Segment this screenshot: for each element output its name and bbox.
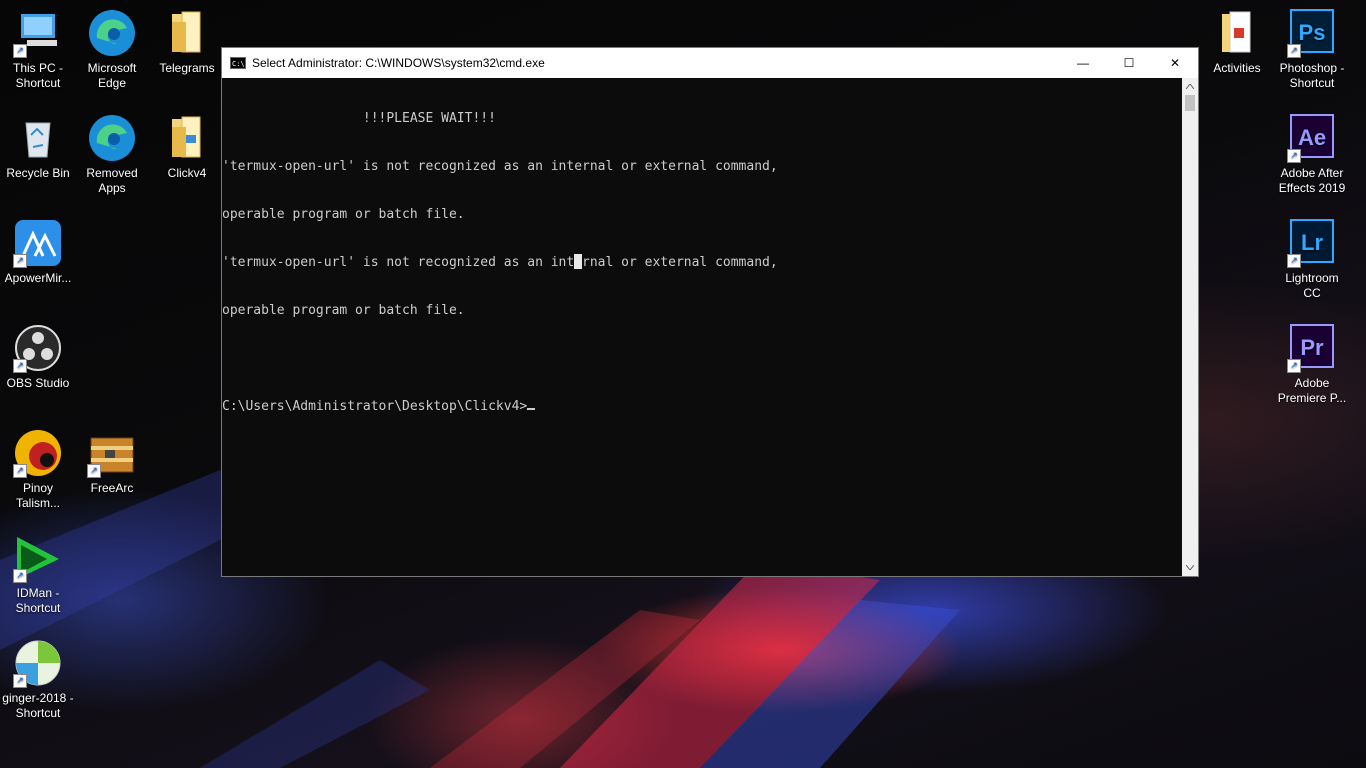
- console-output[interactable]: !!!PLEASE WAIT!!! 'termux-open-url' is n…: [222, 78, 1182, 576]
- text-cursor: [527, 408, 536, 410]
- desktop-icon-ginger[interactable]: ↗ ginger-2018 - Shortcut: [0, 638, 76, 721]
- edge-icon: [87, 8, 137, 58]
- window-titlebar[interactable]: C:\ Select Administrator: C:\WINDOWS\sys…: [222, 48, 1198, 78]
- desktop-icon-label: Recycle Bin: [6, 166, 70, 180]
- close-button[interactable]: ✕: [1152, 48, 1198, 78]
- scrollbar-thumb[interactable]: [1185, 95, 1195, 111]
- scroll-down-arrow-icon[interactable]: [1182, 559, 1198, 576]
- edge-icon: [87, 113, 137, 163]
- desktop-icon-idm[interactable]: ↗ IDMan - Shortcut: [0, 533, 76, 616]
- ginger-icon: ↗: [13, 638, 63, 688]
- pinoy-talisman-icon: ↗: [13, 428, 63, 478]
- idm-icon: ↗: [13, 533, 63, 583]
- desktop-icon-pinoy-talisman[interactable]: ↗ Pinoy Talism...: [0, 428, 76, 511]
- document-folder-icon: [1212, 8, 1262, 58]
- desktop-icon-label: IDMan - Shortcut: [15, 586, 61, 615]
- console-prompt: C:\Users\Administrator\Desktop\Clickv4>: [222, 399, 528, 414]
- desktop-icon-clickv4[interactable]: Clickv4: [149, 113, 225, 181]
- this-pc-icon: ↗: [13, 8, 63, 58]
- console-line: operable program or batch file.: [222, 207, 465, 222]
- console-line: 'termux-open-url' is not recognized as a…: [222, 159, 778, 174]
- window-title: Select Administrator: C:\WINDOWS\system3…: [252, 56, 545, 70]
- desktop-icon-label: FreeArc: [90, 481, 134, 495]
- desktop-icon-label: Activities: [1213, 61, 1261, 75]
- desktop-icon-label: Pinoy Talism...: [15, 481, 60, 510]
- scroll-up-arrow-icon[interactable]: [1182, 78, 1198, 95]
- desktop-icon-label: OBS Studio: [6, 376, 70, 390]
- desktop-icon-lightroom[interactable]: Lr ↗ Lightroom CC: [1274, 218, 1350, 301]
- desktop-icon-label: Telegrams: [159, 61, 215, 75]
- desktop-icon-recycle-bin[interactable]: Recycle Bin: [0, 113, 76, 181]
- svg-text:Ps: Ps: [1299, 20, 1326, 45]
- desktop-icon-label: Adobe Premiere P...: [1277, 376, 1347, 405]
- photoshop-icon: Ps ↗: [1287, 8, 1337, 58]
- desktop-icon-label: ginger-2018 - Shortcut: [2, 691, 74, 720]
- lightroom-icon: Lr ↗: [1287, 218, 1337, 268]
- cmd-app-icon[interactable]: C:\: [230, 57, 246, 69]
- obs-icon: ↗: [13, 323, 63, 373]
- desktop-icon-photoshop[interactable]: Ps ↗ Photoshop - Shortcut: [1274, 8, 1350, 91]
- apowermirror-icon: ↗: [13, 218, 63, 268]
- vertical-scrollbar[interactable]: [1182, 78, 1198, 576]
- cmd-window[interactable]: C:\ Select Administrator: C:\WINDOWS\sys…: [221, 47, 1199, 577]
- ibeam-mouse-cursor-icon: [574, 254, 582, 269]
- console-prompt-line[interactable]: C:\Users\Administrator\Desktop\Clickv4>: [222, 399, 1182, 415]
- desktop-icon-microsoft-edge[interactable]: Microsoft Edge: [74, 8, 150, 91]
- desktop-icon-telegrams[interactable]: Telegrams: [149, 8, 225, 76]
- desktop-icon-label: Clickv4: [167, 166, 207, 180]
- desktop-icon-label: ApowerMir...: [4, 271, 72, 285]
- svg-text:Pr: Pr: [1300, 335, 1324, 360]
- desktop-icon-after-effects[interactable]: Ae ↗ Adobe After Effects 2019: [1274, 113, 1350, 196]
- premiere-icon: Pr ↗: [1287, 323, 1337, 373]
- desktop-icon-this-pc[interactable]: ↗ This PC - Shortcut: [0, 8, 76, 91]
- desktop-icon-label: This PC - Shortcut: [12, 61, 63, 90]
- console-line: operable program or batch file.: [222, 303, 465, 318]
- desktop-icon-label: Microsoft Edge: [87, 61, 137, 90]
- svg-text:Ae: Ae: [1298, 125, 1326, 150]
- maximize-button[interactable]: ☐: [1106, 48, 1152, 78]
- after-effects-icon: Ae ↗: [1287, 113, 1337, 163]
- freearc-icon: ↗: [87, 428, 137, 478]
- desktop-icon-apowermirror[interactable]: ↗ ApowerMir...: [0, 218, 76, 286]
- console-line: !!!PLEASE WAIT!!!: [222, 111, 496, 126]
- desktop-icon-label: Lightroom CC: [1285, 271, 1339, 300]
- desktop-icon-label: Adobe After Effects 2019: [1278, 166, 1346, 195]
- minimize-button[interactable]: —: [1060, 48, 1106, 78]
- desktop-icon-freearc[interactable]: ↗ FreeArc: [74, 428, 150, 496]
- recycle-bin-icon: [13, 113, 63, 163]
- desktop-icon-removed-apps[interactable]: Removed Apps: [74, 113, 150, 196]
- desktop-icon-label: Removed Apps: [86, 166, 138, 195]
- folder-icon: [162, 113, 212, 163]
- console-line: 'termux-open-url' is not recognized as a…: [222, 255, 778, 270]
- desktop-icon-premiere[interactable]: Pr ↗ Adobe Premiere P...: [1274, 323, 1350, 406]
- desktop-icon-label: Photoshop - Shortcut: [1279, 61, 1345, 90]
- svg-text:Lr: Lr: [1301, 230, 1323, 255]
- folder-icon: [162, 8, 212, 58]
- desktop-icon-activities[interactable]: Activities: [1199, 8, 1275, 76]
- desktop-icon-obs[interactable]: ↗ OBS Studio: [0, 323, 76, 391]
